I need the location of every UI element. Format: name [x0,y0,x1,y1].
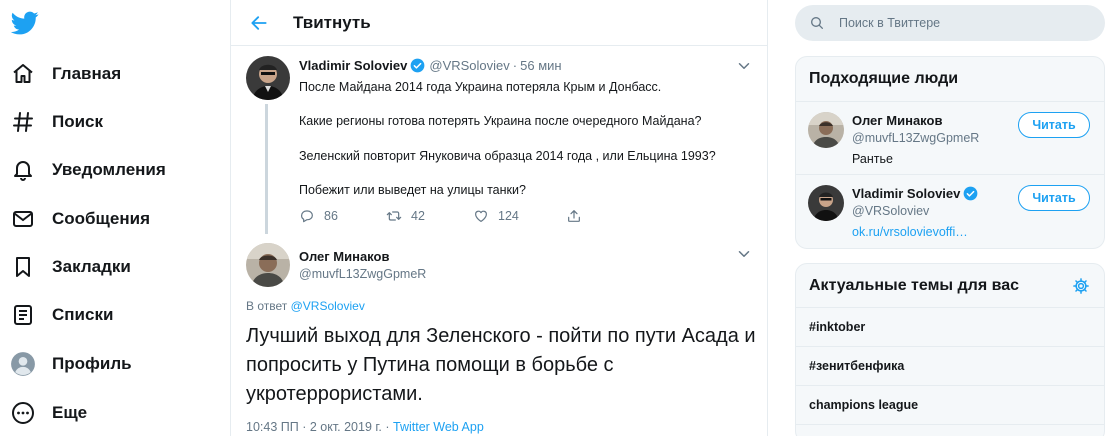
author-name[interactable]: Vladimir Soloviev [299,58,407,73]
suggested-user-name[interactable]: Vladimir Soloviev [852,186,978,201]
list-icon [8,300,38,330]
more-icon [8,398,38,428]
who-to-follow-card: Подходящие люди Олег Минаков @muvfL13Zwg… [795,56,1105,249]
twitter-bird-icon[interactable] [10,9,40,37]
tweet-timestamp[interactable]: 10:43 ПП · 2 окт. 2019 г. · [246,420,393,434]
tweet-source-link[interactable]: Twitter Web App [393,420,484,434]
share-button[interactable] [566,208,582,224]
suggested-user-link[interactable]: ok.ru/vrsolovievoffi… [852,225,968,239]
suggested-user-handle: @VRSoloviev [852,204,930,218]
trends-title: Актуальные темы для вас [809,276,1020,294]
author-name[interactable]: Олег Минаков [299,249,389,264]
verified-badge-icon [411,58,425,73]
home-icon [8,59,38,89]
tweet-actions: 86 42 124 [299,208,582,224]
reply-icon [301,210,313,223]
mail-icon [8,204,38,234]
author-handle[interactable]: @muvfL13ZwgGpmeR [299,267,426,281]
suggested-user[interactable]: Vladimir Soloviev @VRSoloviev ok.ru/vrso… [796,175,1104,248]
retweet-icon [386,211,402,221]
like-count: 124 [498,209,519,223]
nav-item-more[interactable]: Еще [8,393,87,433]
suggested-user-bio: Рантье [852,152,893,166]
tweet-text-line: Какие регионы готова потерять Украина по… [299,114,702,128]
main-column: Твитнуть Vladimir Soloviev @VRSoloviev ·… [230,0,768,436]
suggested-user[interactable]: Олег Минаков @muvfL13ZwgGpmeR Рантье Чит… [796,102,1104,175]
search-box[interactable] [795,5,1105,41]
search-input[interactable] [839,16,1079,30]
nav-item-notifications[interactable]: Уведомления [8,150,166,190]
share-icon [568,210,580,222]
nav-label-home: Главная [52,64,122,83]
nav-label-bookmarks: Закладки [52,257,131,276]
tweet-text: Лучший выход для Зеленского - пойти по п… [246,325,756,405]
back-arrow-icon[interactable] [241,5,277,41]
nav-item-messages[interactable]: Сообщения [8,199,150,239]
reply-button[interactable]: 86 [299,208,386,224]
reply-context: В ответ @VRSoloviev [246,299,365,313]
nav-item-explore[interactable]: Поиск [8,102,103,142]
avatar-minakov[interactable] [246,243,290,287]
tweet-text-line: Зеленский повторит Януковича образца 201… [299,149,716,163]
tweet-meta: 10:43 ПП · 2 окт. 2019 г. · Twitter Web … [246,420,484,434]
heart-icon [475,210,487,222]
avatar-soloviev[interactable] [246,56,290,100]
reply-prefix: В ответ [246,299,288,313]
trend-item[interactable]: #зенитбенфика [796,347,1104,386]
page-title: Твитнуть [293,12,371,32]
tweet-header: Vladimir Soloviev @VRSoloviev · 56 мин [299,58,562,73]
bookmark-icon [8,252,38,282]
chevron-down-icon[interactable] [735,245,753,263]
reply-count: 86 [324,209,338,223]
left-nav: Главная Поиск Уведомления Сообщения Закл… [0,0,230,436]
verified-badge-icon [964,186,978,201]
nav-item-bookmarks[interactable]: Закладки [8,247,131,287]
nav-label-more: Еще [52,403,88,422]
suggested-user-name[interactable]: Олег Минаков [852,113,942,128]
follow-button[interactable]: Читать [1018,112,1090,138]
nav-label-explore: Поиск [52,112,104,131]
trend-item[interactable]: #inktober [796,308,1104,347]
trend-item[interactable]: champions league [796,386,1104,425]
follow-button[interactable]: Читать [1018,185,1090,211]
avatar-minakov[interactable] [808,112,844,148]
who-to-follow-title: Подходящие люди [796,57,1104,102]
tweet-time[interactable]: 56 мин [520,58,561,73]
trends-header: Актуальные темы для вас [796,264,1104,308]
nav-label-profile: Профиль [52,354,132,373]
bell-icon [8,155,38,185]
separator-dot: · [512,58,518,73]
hashtag-icon [8,107,38,137]
tweet-minakov: Олег Минаков @muvfL13ZwgGpmeR В ответ @V… [231,238,767,436]
suggested-user-handle: @muvfL13ZwgGpmeR [852,131,980,145]
retweet-button[interactable]: 42 [386,208,473,224]
avatar-soloviev[interactable] [808,185,844,221]
nav-label-lists: Списки [52,305,114,324]
chevron-down-icon[interactable] [735,57,753,75]
profile-icon [8,349,38,379]
nav-label-messages: Сообщения [52,209,150,228]
main-header: Твитнуть [231,0,767,46]
gear-icon[interactable] [1072,277,1090,295]
trends-card: Актуальные темы для вас #inktober #зенит… [795,263,1105,436]
right-column: Подходящие люди Олег Минаков @muvfL13Zwg… [768,0,1113,436]
retweet-count: 42 [411,209,425,223]
author-handle[interactable]: @VRSoloviev [429,58,509,73]
tweet-text-line: Побежит или выведет на улицы танки? [299,183,526,197]
like-button[interactable]: 124 [473,208,566,224]
nav-label-notifications: Уведомления [52,160,166,179]
tweet-text-line: После Майдана 2014 года Украина потеряла… [299,80,662,94]
thread-line [265,104,268,234]
nav-item-lists[interactable]: Списки [8,295,113,335]
search-icon [811,17,823,29]
nav-item-home[interactable]: Главная [8,54,121,94]
nav-item-profile[interactable]: Профиль [8,344,132,384]
tweet-soloviev[interactable]: Vladimir Soloviev @VRSoloviev · 56 мин П… [231,46,767,238]
reply-to-link[interactable]: @VRSoloviev [291,299,365,313]
